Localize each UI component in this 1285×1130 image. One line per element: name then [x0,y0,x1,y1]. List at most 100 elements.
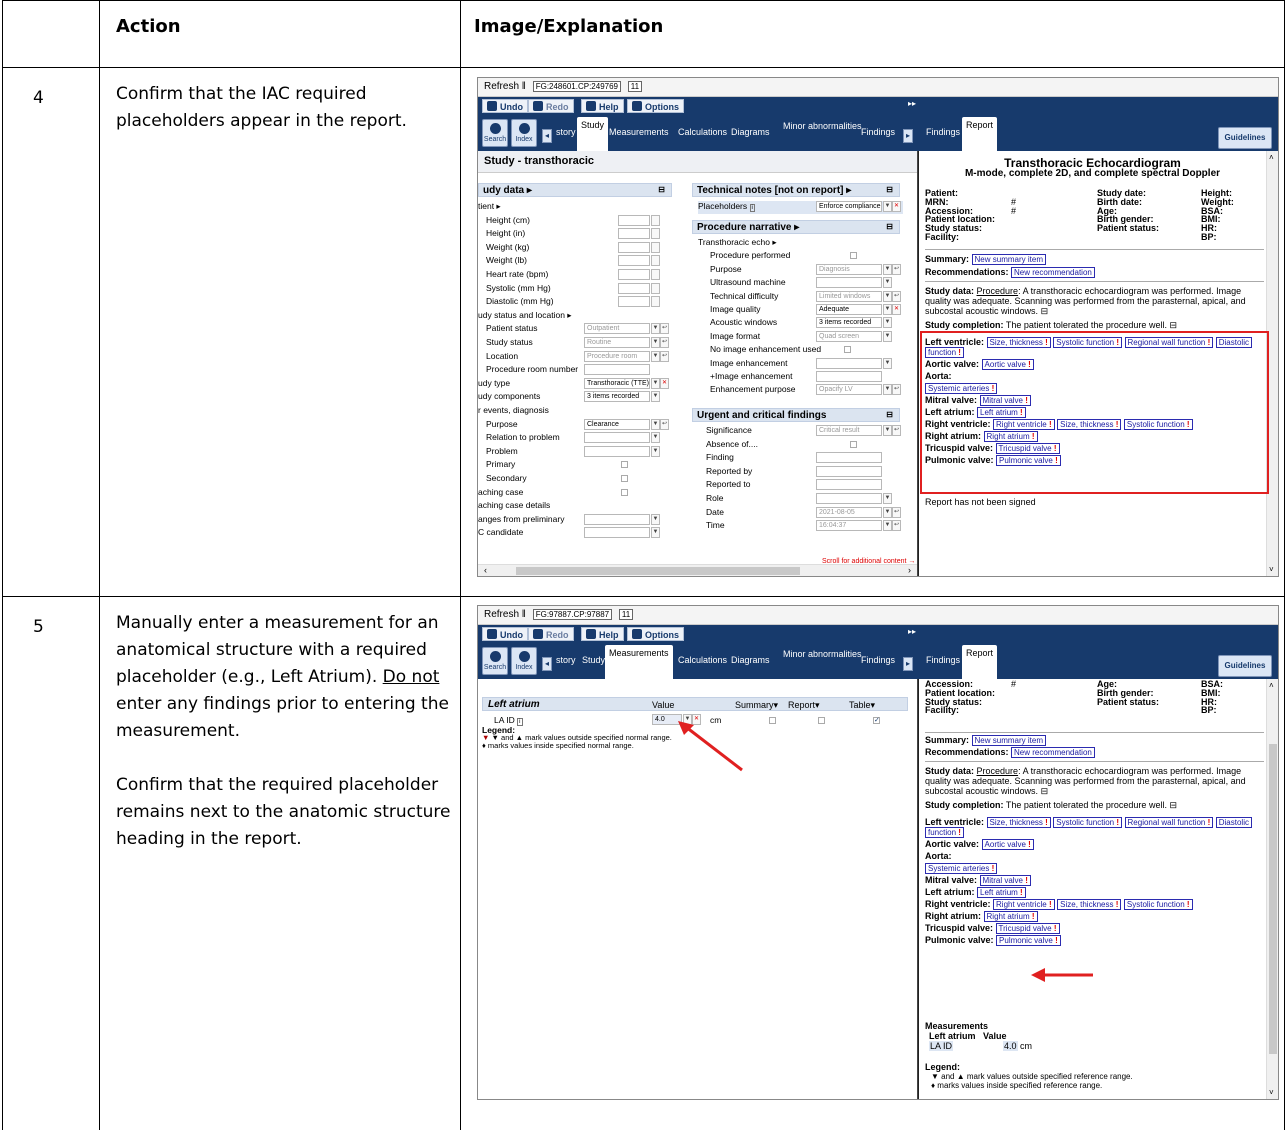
placeholder-tag[interactable]: Right atrium ! [983,431,1038,442]
study-data-header[interactable]: udy data ▸ ⊟ [478,183,672,197]
study-select[interactable]: 3 items recorded [584,391,650,403]
calculator-icon[interactable] [651,255,660,267]
placeholder-tag[interactable]: Left atrium ! [977,887,1026,898]
refresh-link[interactable]: Refresh [484,609,519,620]
study-select[interactable]: Clearance [584,418,650,430]
chevron-down-icon[interactable]: ▼ [651,418,660,430]
help-button[interactable]: Help [581,99,624,113]
tab-minor-abnormalities[interactable]: Minor abnormalities [783,650,862,659]
chevron-down-icon[interactable]: ▼ [651,527,660,539]
placeholder-tag[interactable]: Pulmonic valve ! [996,935,1061,946]
undo-icon[interactable]: ↩ [892,520,901,532]
procedure-select[interactable]: Limited windows [816,290,882,302]
tab-minor-abnormalities[interactable]: Minor abnormalities [783,122,862,131]
study-input[interactable] [618,282,650,294]
urgent-input[interactable] [816,479,882,491]
placeholder-tag[interactable]: function ! [925,347,964,358]
recommendation-tag[interactable]: New recommendation [1011,267,1095,278]
study-checkbox[interactable] [621,461,628,469]
col-summary[interactable]: Summary▾ [735,700,778,711]
procedure-select[interactable] [816,357,882,369]
chevron-down-icon[interactable]: ▼ [651,432,660,444]
chevron-down-icon[interactable] [651,282,660,294]
summary-tag[interactable]: New summary item [971,254,1046,265]
procedure-select[interactable]: Quad screen [816,330,882,342]
placeholder-tag[interactable]: Systolic function ! [1123,419,1193,430]
placeholder-tag[interactable]: Mitral valve ! [979,875,1031,886]
summary-checkbox[interactable] [769,717,776,724]
col-table[interactable]: Table▾ [849,700,875,711]
enforce-compliance-select[interactable]: Enforce compliance [816,201,882,212]
collapse-icon[interactable]: ⊟ [886,222,893,231]
urgent-input[interactable] [816,452,882,464]
chevron-down-icon[interactable]: ▼ [883,263,892,275]
urgent-input[interactable] [816,493,882,504]
placeholder-tag[interactable]: Aortic valve ! [981,359,1034,370]
placeholder-tag[interactable]: Systemic arteries ! [925,863,998,874]
study-select[interactable]: Routine [584,337,650,348]
study-select[interactable] [584,513,650,525]
scroll-thumb[interactable] [516,567,800,575]
chevron-down-icon[interactable]: ▼ [883,493,892,504]
procedure-checkbox[interactable] [844,346,851,354]
clear-icon[interactable]: ✕ [892,201,901,212]
placeholder-tag[interactable]: Regional wall function ! [1124,337,1214,348]
placeholder-tag[interactable]: Mitral valve ! [979,395,1031,406]
report-checkbox[interactable] [818,717,825,724]
study-select[interactable] [584,527,650,539]
undo-icon[interactable]: ↩ [892,425,901,436]
options-button[interactable]: Options [627,99,684,113]
urgent-findings-header[interactable]: Urgent and critical findings ⊟ [692,408,900,422]
study-select[interactable]: Outpatient [584,323,650,335]
guidelines-button[interactable]: Guidelines [1218,655,1272,677]
collapse-icon[interactable]: ⊟ [886,410,893,419]
study-input[interactable] [584,364,650,376]
tab-measurements[interactable]: Measurements [605,645,673,679]
redo-button[interactable]: Redo [528,627,574,641]
urgent-input[interactable]: 2021-08-05 [816,506,882,518]
tab-measurements[interactable]: Measurements [609,128,669,137]
urgent-input[interactable]: Critical result [816,425,882,436]
index-button[interactable]: Index [511,119,537,147]
chevron-down-icon[interactable]: ▼ [651,513,660,525]
search-button[interactable]: Search [482,119,508,147]
placeholder-tag[interactable]: Left atrium ! [977,407,1026,418]
tab-calculations[interactable]: Calculations [678,656,727,665]
procedure-select[interactable]: Opacify LV [816,384,882,396]
placeholder-tag[interactable]: Tricuspid valve ! [995,443,1060,454]
placeholder-tag[interactable]: Systolic function ! [1123,899,1193,910]
study-input[interactable] [584,445,650,457]
placeholder-tag[interactable]: Tricuspid valve ! [995,923,1060,934]
procedure-select[interactable] [816,371,882,382]
options-button[interactable]: Options [627,627,684,641]
tab-diagrams[interactable]: Diagrams [731,656,770,665]
study-checkbox[interactable] [621,475,628,482]
chevron-down-icon[interactable]: ▼ [883,357,892,369]
chevron-down-icon[interactable]: ▼ [883,425,892,436]
tab-left-arrow[interactable]: ◂ [542,657,552,671]
study-select[interactable]: Procedure room [584,350,650,362]
calculator-icon[interactable] [651,269,660,280]
tab-study[interactable]: Study [582,656,605,665]
study-input[interactable] [618,255,650,267]
guidelines-button[interactable]: Guidelines [1218,127,1272,149]
col-report[interactable]: Report▾ [788,700,820,711]
tab-findings[interactable]: Findings [861,656,895,665]
calculator-icon[interactable] [651,214,660,226]
study-input[interactable] [618,296,650,308]
chevron-down-icon[interactable] [651,296,660,308]
tab-history[interactable]: story [556,656,576,665]
horizontal-scrollbar[interactable]: ‹ › [478,564,917,576]
chevron-down-icon[interactable]: ▼ [651,377,660,389]
expand-icon[interactable]: ▸▸ [908,99,916,108]
study-select[interactable]: Transthoracic (TTE) [584,377,650,389]
clear-icon[interactable]: ✕ [892,304,901,315]
study-input[interactable] [618,214,650,226]
urgent-input[interactable] [816,465,882,477]
refresh-link[interactable]: Refresh [484,81,519,92]
placeholder-tag[interactable]: Diastolic [1215,817,1252,828]
scroll-right-icon[interactable]: › [908,565,911,575]
undo-button[interactable]: Undo [482,99,528,113]
urgent-checkbox[interactable] [850,440,857,448]
placeholder-tag[interactable]: Right atrium ! [983,911,1038,922]
